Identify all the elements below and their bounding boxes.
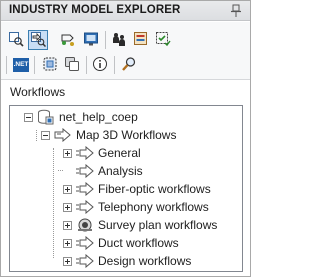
tree-node-label: Analysis (98, 164, 143, 178)
survey-plan-icon (76, 218, 94, 232)
select-frame-icon (42, 56, 58, 75)
tree-connector (36, 130, 37, 141)
tree-node-analysis[interactable]: Analysis (76, 162, 143, 180)
tree-node-label: General (98, 146, 141, 160)
tree-node-survey-plan-workflows[interactable]: Survey plan workflows (63, 216, 217, 234)
workflow-explorer-icon (30, 31, 47, 50)
workflows-section-header: Workflows (1, 81, 250, 101)
toolbar-separator (6, 56, 7, 74)
workflows-label: Workflows (10, 85, 66, 99)
collapse-toggle[interactable] (24, 112, 33, 122)
tree-node-label: net_help_coep (59, 110, 138, 124)
display-model-icon (83, 31, 99, 50)
expand-toggle[interactable] (63, 148, 72, 158)
workflow-arrow-icon (76, 164, 94, 178)
industry-model-explorer-panel: INDUSTRY MODEL EXPLORER .NET Workflows n… (0, 0, 251, 277)
checklist-button[interactable] (153, 30, 173, 50)
find-button[interactable] (119, 55, 139, 75)
tree-node-general[interactable]: General (63, 144, 141, 162)
topology-icon (60, 31, 76, 50)
expand-toggle[interactable] (63, 184, 72, 194)
workflow-tree[interactable]: net_help_coep Map 3D Workflows General A… (9, 105, 243, 272)
workflow-arrow-icon (76, 146, 94, 160)
expand-toggle[interactable] (63, 220, 72, 230)
toolbar-separator (105, 31, 106, 49)
users-icon (111, 31, 127, 50)
dotnet-icon: .NET (13, 58, 29, 72)
connect-button[interactable] (6, 30, 26, 50)
database-icon (37, 109, 55, 125)
form-designer-icon (133, 31, 149, 50)
display-model-button[interactable] (81, 30, 101, 50)
find-icon (121, 56, 137, 75)
checklist-icon (155, 31, 171, 50)
tree-node-label: Map 3D Workflows (76, 128, 177, 142)
toolbar-separator (34, 56, 35, 74)
workflow-arrow-icon (76, 200, 94, 214)
tree-connector (53, 148, 54, 258)
workflow-arrow-icon (76, 236, 94, 250)
collapse-toggle[interactable] (41, 130, 50, 140)
form-designer-button[interactable] (131, 30, 151, 50)
dotnet-button[interactable]: .NET (11, 55, 31, 75)
tree-node-root[interactable]: net_help_coep (24, 108, 138, 126)
topology-button[interactable] (58, 30, 78, 50)
title-bar: INDUSTRY MODEL EXPLORER (1, 1, 250, 21)
expand-toggle[interactable] (63, 256, 72, 266)
panel-title: INDUSTRY MODEL EXPLORER (9, 4, 181, 16)
tree-node-fiber-optic-workflows[interactable]: Fiber-optic workflows (63, 180, 211, 198)
tree-node-label: Duct workflows (98, 236, 179, 250)
workflow-explorer-button[interactable] (28, 30, 48, 50)
tree-node-label: Survey plan workflows (98, 218, 218, 232)
toolbar: .NET (1, 22, 250, 80)
tree-connector (58, 170, 63, 171)
tree-node-label: Fiber-optic workflows (98, 182, 211, 196)
tree-node-telephony-workflows[interactable]: Telephony workflows (63, 198, 209, 216)
workflow-group-icon (54, 128, 72, 142)
select-frame-button[interactable] (40, 55, 60, 75)
toolbar-separator (86, 56, 87, 74)
layers-icon (64, 56, 80, 75)
workflow-arrow-icon (76, 182, 94, 196)
info-icon (92, 56, 108, 75)
users-button[interactable] (109, 30, 129, 50)
toolbar-separator (114, 56, 115, 74)
expand-toggle[interactable] (63, 202, 72, 212)
info-button[interactable] (90, 55, 110, 75)
tree-node-map3d-workflows[interactable]: Map 3D Workflows (41, 126, 176, 144)
tree-node-design-workflows[interactable]: Design workflows (63, 252, 191, 270)
tree-node-label: Design workflows (98, 254, 192, 268)
layers-button[interactable] (62, 55, 82, 75)
connect-icon (8, 31, 24, 50)
expand-toggle[interactable] (63, 238, 72, 248)
tree-node-duct-workflows[interactable]: Duct workflows (63, 234, 179, 252)
tree-node-label: Telephony workflows (98, 200, 209, 214)
workflow-arrow-icon (76, 254, 94, 268)
pin-icon[interactable] (230, 4, 242, 18)
